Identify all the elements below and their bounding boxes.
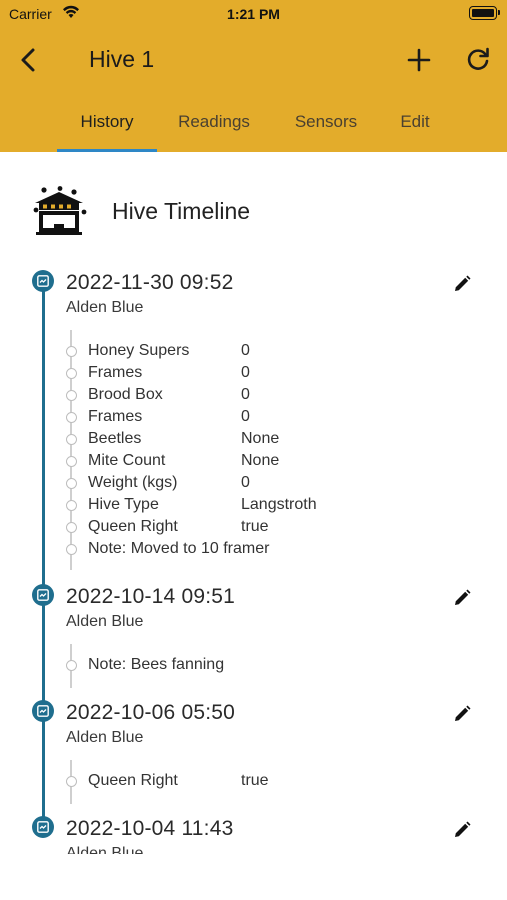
detail-dot-icon: [66, 390, 77, 401]
tab-sensors[interactable]: Sensors: [280, 100, 372, 152]
detail-dot-icon: [66, 522, 77, 533]
tab-indicator: [57, 149, 157, 152]
plus-icon: [407, 48, 431, 72]
entry-date: 2022-10-04 11:43: [66, 817, 234, 840]
detail-value: true: [241, 772, 269, 789]
timeline-rail: [42, 280, 45, 830]
beehive-icon: [33, 186, 87, 235]
refresh-icon: [467, 47, 489, 70]
entry-user: Alden Blue: [66, 299, 144, 316]
detail-dot-icon: [66, 500, 77, 511]
pencil-icon: [455, 821, 471, 837]
tab-edit[interactable]: Edit: [386, 100, 444, 152]
battery-icon: [469, 6, 500, 20]
tab-bar: History Readings Sensors Edit: [0, 100, 507, 152]
detail-row: Note: Bees fanning: [66, 655, 466, 677]
app-bar: Carrier 1:21 PM Hive 1 History Readings …: [0, 0, 507, 152]
detail-row: Frames 0: [66, 407, 466, 429]
detail-label: Frames: [88, 408, 143, 425]
detail-label: Queen Right: [88, 518, 178, 535]
detail-value: 0: [241, 342, 250, 359]
page-title: Hive 1: [89, 46, 155, 72]
detail-row: Hive Type Langstroth: [66, 495, 466, 517]
status-time: 1:21 PM: [227, 6, 280, 22]
pencil-icon: [455, 589, 471, 605]
detail-dot-icon: [66, 368, 77, 379]
detail-label: Honey Supers: [88, 342, 190, 359]
detail-row: Queen Right true: [66, 771, 466, 793]
entry-user: Alden Blue: [66, 613, 144, 630]
detail-row: Mite Count None: [66, 451, 466, 473]
entry-user: Alden Blue: [66, 846, 143, 854]
timeline-node-icon: [32, 584, 54, 606]
detail-label: Brood Box: [88, 386, 163, 403]
detail-label: Note: Bees fanning: [88, 656, 225, 673]
detail-dot-icon: [66, 412, 77, 423]
edit-entry-button[interactable]: [452, 588, 472, 608]
detail-dot-icon: [66, 456, 77, 467]
detail-value: None: [241, 452, 280, 469]
detail-row: Beetles None: [66, 429, 466, 451]
chevron-left-icon: [21, 48, 35, 72]
detail-dot-icon: [66, 478, 77, 489]
edit-entry-button[interactable]: [452, 820, 472, 840]
detail-dot-icon: [66, 346, 77, 357]
detail-row: Honey Supers 0: [66, 341, 466, 363]
detail-value: 0: [241, 408, 250, 425]
pencil-icon: [455, 705, 471, 721]
detail-label: Hive Type: [88, 496, 159, 513]
detail-row: Note: Moved to 10 framer: [66, 539, 466, 561]
timeline-node-icon: [32, 270, 54, 292]
detail-label: Queen Right: [88, 772, 178, 789]
detail-value: 0: [241, 386, 250, 403]
detail-value: Langstroth: [241, 496, 317, 513]
tab-readings[interactable]: Readings: [166, 100, 262, 152]
detail-row: Brood Box 0: [66, 385, 466, 407]
detail-value: 0: [241, 474, 250, 491]
tab-history[interactable]: History: [57, 100, 157, 152]
entry-user: Alden Blue: [66, 729, 144, 746]
detail-label: Weight (kgs): [88, 474, 178, 491]
edit-entry-button[interactable]: [452, 704, 472, 724]
detail-dot-icon: [66, 434, 77, 445]
detail-label: Beetles: [88, 430, 142, 447]
timeline-node-icon: [32, 816, 54, 838]
refresh-button[interactable]: [462, 44, 494, 76]
back-button[interactable]: [14, 44, 44, 76]
detail-value: None: [241, 430, 280, 447]
entry-date: 2022-10-06 05:50: [66, 701, 236, 724]
detail-dot-icon: [66, 776, 77, 787]
detail-row: Frames 0: [66, 363, 466, 385]
detail-label: Mite Count: [88, 452, 166, 469]
detail-row: Queen Right true: [66, 517, 466, 539]
detail-value: 0: [241, 364, 250, 381]
edit-entry-button[interactable]: [452, 274, 472, 294]
clipped-user-container: Alden Blue: [0, 846, 507, 854]
detail-dot-icon: [66, 544, 77, 555]
detail-label: Frames: [88, 364, 143, 381]
pencil-icon: [455, 275, 471, 291]
status-bar: Carrier 1:21 PM: [0, 0, 507, 28]
detail-dot-icon: [66, 660, 77, 671]
add-button[interactable]: [404, 44, 434, 76]
detail-label: Note: Moved to 10 framer: [88, 540, 270, 557]
detail-value: true: [241, 518, 269, 535]
entry-date: 2022-10-14 09:51: [66, 585, 236, 608]
timeline-node-icon: [32, 700, 54, 722]
detail-row: Weight (kgs) 0: [66, 473, 466, 495]
entry-date: 2022-11-30 09:52: [66, 271, 234, 294]
section-title: Hive Timeline: [112, 198, 251, 224]
